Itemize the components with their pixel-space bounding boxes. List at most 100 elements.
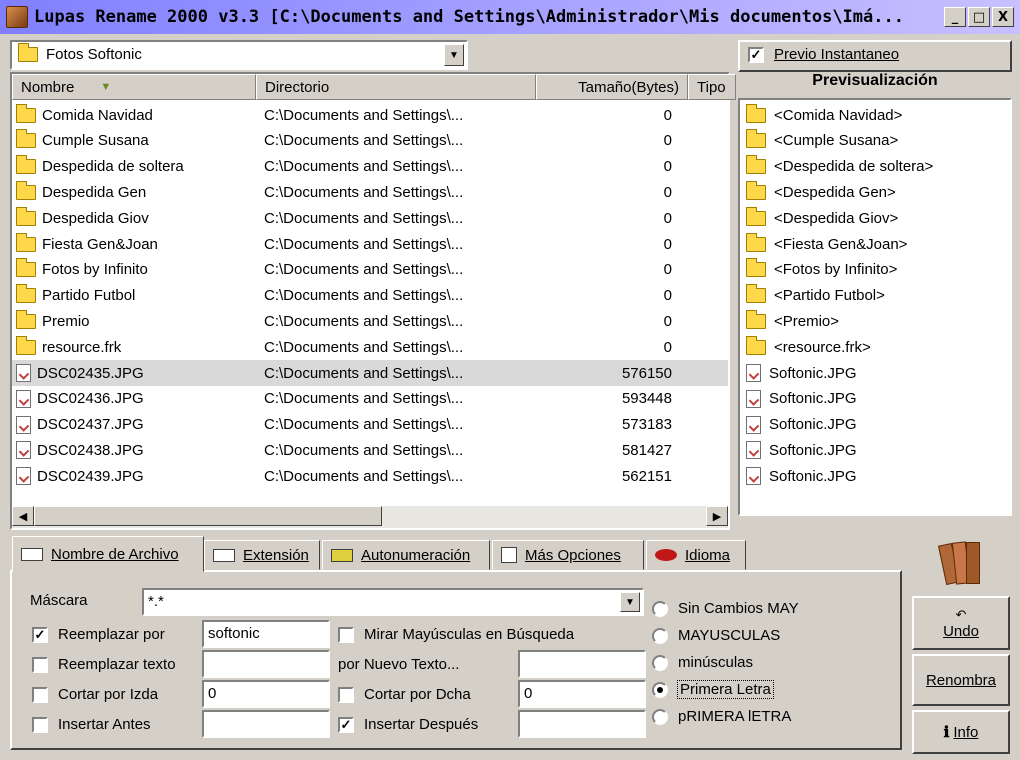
tab-idioma[interactable]: Idioma bbox=[646, 540, 746, 570]
table-row[interactable]: Partido Futbol C:\Documents and Settings\… bbox=[12, 283, 728, 309]
table-row[interactable]: DSC02438.JPG C:\Documents and Settings\..… bbox=[12, 437, 728, 463]
table-row[interactable]: DSC02435.JPG C:\Documents and Settings\..… bbox=[12, 360, 728, 386]
list-item[interactable]: <Comida Navidad> bbox=[746, 102, 902, 128]
list-item[interactable]: <Premio> bbox=[746, 308, 839, 334]
cell-size: 562151 bbox=[621, 467, 672, 485]
cortar-izda-input[interactable]: 0 bbox=[202, 680, 330, 708]
list-item[interactable]: <resource.frk> bbox=[746, 334, 871, 360]
reemplazar-texto-check[interactable]: Reemplazar texto bbox=[32, 656, 176, 673]
cell-size: 0 bbox=[663, 235, 672, 253]
table-row[interactable]: Fiesta Gen&Joan C:\Documents and Settings… bbox=[12, 231, 728, 257]
reemplazar-texto-input[interactable] bbox=[202, 650, 330, 678]
radio-button[interactable] bbox=[652, 600, 668, 617]
scroll-right-icon[interactable]: ▶ bbox=[706, 506, 728, 526]
mascara-combo[interactable]: *.* ▼ bbox=[142, 588, 644, 616]
preview-list[interactable]: <Comida Navidad> <Cumple Susana> <Despedid… bbox=[738, 98, 1012, 516]
list-item[interactable]: Softonic.JPG bbox=[746, 437, 857, 463]
radio-button[interactable] bbox=[652, 654, 668, 671]
table-row[interactable]: DSC02439.JPG C:\Documents and Settings\..… bbox=[12, 463, 728, 489]
tab-mas-label: Más Opciones bbox=[525, 546, 621, 564]
table-row[interactable]: resource.frk C:\Documents and Settings\..… bbox=[12, 334, 728, 360]
horizontal-scrollbar[interactable]: ◀ ▶ bbox=[12, 506, 728, 528]
list-item[interactable]: Softonic.JPG bbox=[746, 360, 857, 386]
list-item[interactable]: <Despedida Gen> bbox=[746, 179, 896, 205]
info-button[interactable]: ℹ Info bbox=[912, 710, 1010, 754]
tab-extension-label: Extensión bbox=[243, 546, 309, 564]
undo-button[interactable]: ↶ Undo bbox=[912, 596, 1010, 650]
list-item[interactable]: <Fotos by Infinito> bbox=[746, 257, 897, 283]
list-item[interactable]: <Despedida Giov> bbox=[746, 205, 898, 231]
tab-autonumeracion[interactable]: Autonumeración bbox=[322, 540, 490, 570]
table-row[interactable]: Despedida Giov C:\Documents and Settings\… bbox=[12, 205, 728, 231]
case-option-radio[interactable]: pRIMERA lETRA bbox=[652, 708, 791, 725]
tab-extension[interactable]: Extensión bbox=[204, 540, 320, 570]
cortar-izda-checkbox[interactable] bbox=[32, 686, 48, 703]
radio-button[interactable] bbox=[652, 627, 668, 644]
cell-name-text: Despedida Giov bbox=[42, 209, 149, 227]
minimize-button[interactable]: _ bbox=[944, 7, 966, 27]
list-item[interactable]: <Cumple Susana> bbox=[746, 128, 898, 154]
cell-name: DSC02439.JPG bbox=[16, 467, 144, 486]
radio-button[interactable] bbox=[652, 708, 668, 725]
instant-preview-toggle[interactable]: ✓ Previo Instantaneo bbox=[738, 40, 1012, 72]
chevron-down-icon[interactable]: ▼ bbox=[620, 592, 640, 612]
tab-nombre-label: Nombre de Archivo bbox=[51, 545, 179, 563]
chevron-down-icon[interactable]: ▼ bbox=[444, 44, 464, 66]
column-header-dir[interactable]: Directorio bbox=[256, 74, 536, 100]
list-item[interactable]: Softonic.JPG bbox=[746, 386, 857, 412]
insertar-despues-check[interactable]: ✓ Insertar Después bbox=[338, 716, 478, 733]
scroll-left-icon[interactable]: ◀ bbox=[12, 506, 34, 526]
reemplazar-por-checkbox[interactable]: ✓ bbox=[32, 626, 48, 643]
insertar-antes-input[interactable] bbox=[202, 710, 330, 738]
instant-preview-checkbox[interactable]: ✓ bbox=[748, 46, 764, 63]
insertar-antes-checkbox[interactable] bbox=[32, 716, 48, 733]
close-button[interactable]: X bbox=[992, 7, 1014, 27]
column-header-type[interactable]: Tipo bbox=[688, 74, 736, 100]
maximize-button[interactable]: □ bbox=[968, 7, 990, 27]
list-item[interactable]: Softonic.JPG bbox=[746, 412, 857, 438]
cortar-dcha-input[interactable]: 0 bbox=[518, 680, 646, 708]
renombra-button[interactable]: Renombra bbox=[912, 654, 1010, 706]
table-row[interactable]: Fotos by Infinito C:\Documents and Settin… bbox=[12, 257, 728, 283]
reemplazar-por-check[interactable]: ✓ Reemplazar por bbox=[32, 626, 165, 643]
cortar-dcha-checkbox[interactable] bbox=[338, 686, 354, 703]
list-item[interactable]: Softonic.JPG bbox=[746, 463, 857, 489]
cell-size: 0 bbox=[663, 132, 672, 150]
table-row[interactable]: Premio C:\Documents and Settings\... 0 bbox=[12, 308, 728, 334]
column-header-name[interactable]: Nombre ▼ bbox=[12, 74, 256, 100]
case-option-radio[interactable]: Primera Letra bbox=[652, 680, 774, 699]
insertar-despues-input[interactable] bbox=[518, 710, 646, 738]
case-option-radio[interactable]: minúsculas bbox=[652, 654, 753, 671]
tab-nombre-archivo[interactable]: Nombre de Archivo bbox=[12, 536, 204, 572]
list-item[interactable]: <Partido Futbol> bbox=[746, 283, 885, 309]
list-item[interactable]: <Despedida de soltera> bbox=[746, 154, 933, 180]
cell-name-text: DSC02439.JPG bbox=[37, 467, 144, 485]
mirar-mayusculas-checkbox[interactable] bbox=[338, 626, 354, 643]
case-option-radio[interactable]: Sin Cambios MAY bbox=[652, 600, 799, 617]
books-icon bbox=[936, 536, 988, 588]
folder-combo[interactable]: Fotos Softonic ▼ bbox=[10, 40, 468, 70]
mirar-mayusculas-check[interactable]: Mirar Mayúsculas en Búsqueda bbox=[338, 626, 574, 643]
table-row[interactable]: Despedida Gen C:\Documents and Settings\.… bbox=[12, 179, 728, 205]
list-item[interactable]: <Fiesta Gen&Joan> bbox=[746, 231, 907, 257]
reemplazar-por-input[interactable]: softonic bbox=[202, 620, 330, 648]
cell-dir: C:\Documents and Settings\... bbox=[264, 235, 464, 253]
reemplazar-texto-checkbox[interactable] bbox=[32, 656, 48, 673]
table-row[interactable]: DSC02437.JPG C:\Documents and Settings\..… bbox=[12, 412, 728, 438]
table-row[interactable]: Cumple Susana C:\Documents and Settings\.… bbox=[12, 128, 728, 154]
cortar-dcha-check[interactable]: Cortar por Dcha bbox=[338, 686, 471, 703]
table-row[interactable]: Despedida de soltera C:\Documents and Set… bbox=[12, 154, 728, 180]
column-header-size[interactable]: Tamaño(Bytes) bbox=[536, 74, 688, 100]
insertar-antes-check[interactable]: Insertar Antes bbox=[32, 716, 151, 733]
insertar-despues-checkbox[interactable]: ✓ bbox=[338, 716, 354, 733]
case-option-radio[interactable]: MAYUSCULAS bbox=[652, 627, 780, 644]
tab-mas-opciones[interactable]: Más Opciones bbox=[492, 540, 644, 570]
radio-button[interactable] bbox=[652, 681, 668, 698]
file-list[interactable]: Nombre ▼ Directorio Tamaño(Bytes) Tipo C… bbox=[10, 72, 736, 530]
scroll-thumb[interactable] bbox=[34, 506, 382, 526]
por-nuevo-texto-input[interactable] bbox=[518, 650, 646, 678]
table-row[interactable]: DSC02436.JPG C:\Documents and Settings\..… bbox=[12, 386, 728, 412]
cell-name: Premio bbox=[16, 309, 90, 330]
table-row[interactable]: Comida Navidad C:\Documents and Settings\… bbox=[12, 102, 728, 128]
cortar-izda-check[interactable]: Cortar por Izda bbox=[32, 686, 158, 703]
